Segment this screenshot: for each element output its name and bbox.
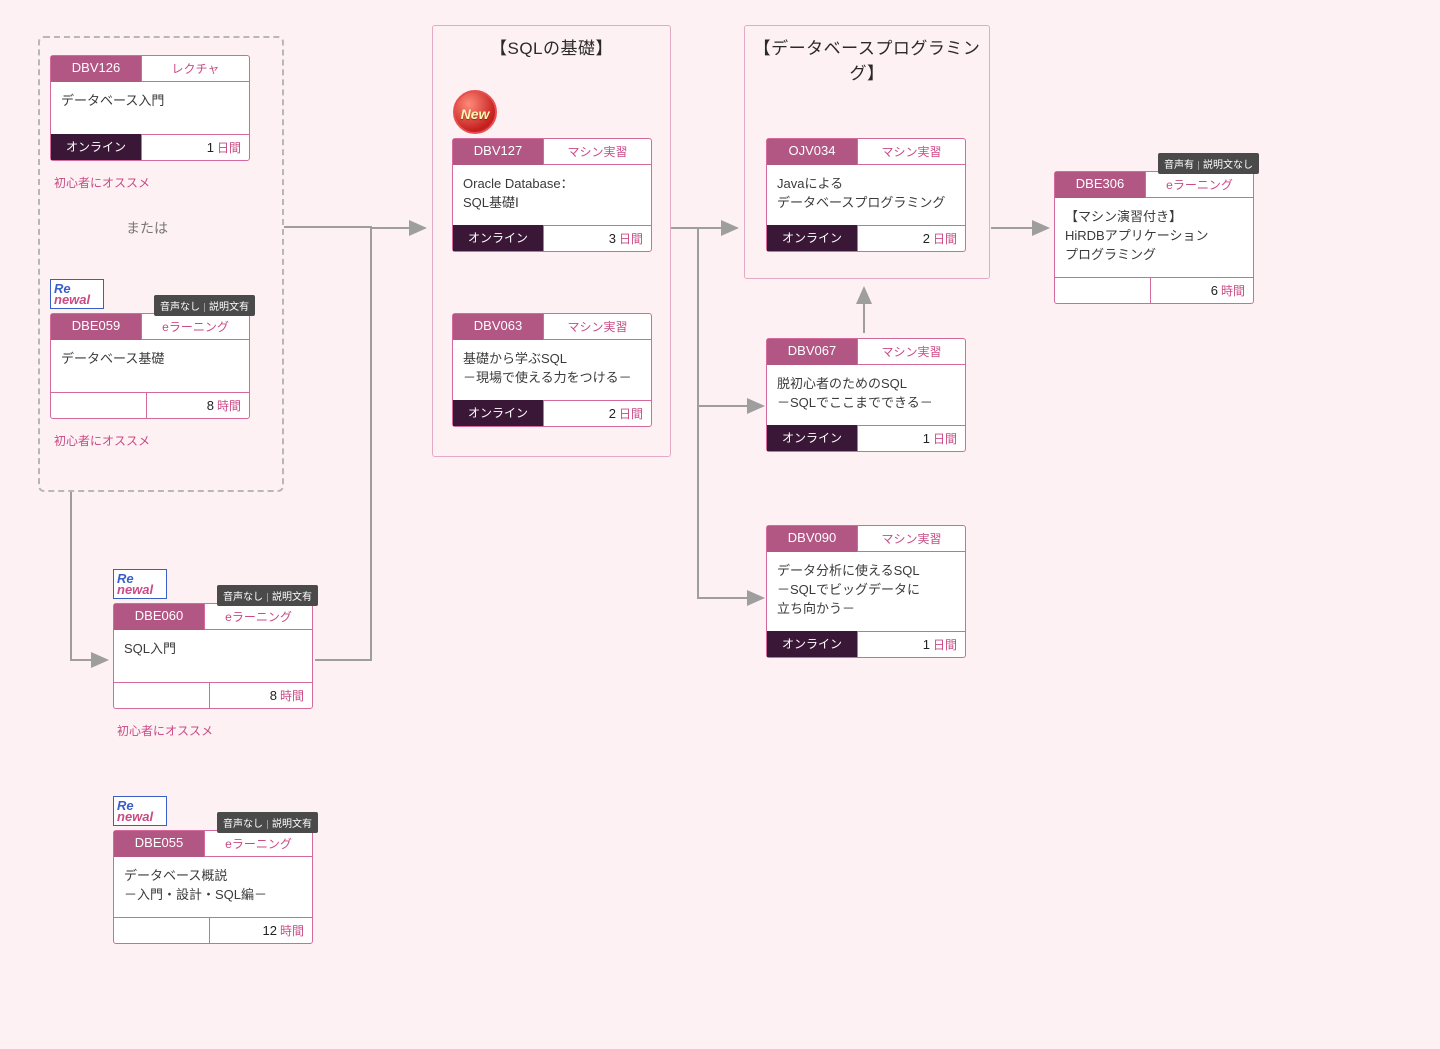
card-title: Javaによる データベースプログラミング — [767, 165, 965, 225]
card-code: DBE306 — [1055, 172, 1145, 198]
audio-badge-DBE059: 音声なし説明文有 — [154, 295, 255, 316]
card-title: 【マシン演習付き】 HiRDBアプリケーション プログラミング — [1055, 198, 1253, 277]
card-mode: eラーニング — [1145, 172, 1253, 198]
card-format: オンライン — [767, 425, 857, 451]
card-code: DBE055 — [114, 831, 204, 857]
card-duration: 8時間 — [146, 392, 250, 418]
renewal-badge-DBE055: Renewal — [113, 796, 167, 826]
card-mode: マシン実習 — [857, 139, 965, 165]
group-sql-basics-label: 【SQLの基礎】 — [433, 34, 670, 59]
card-mode: eラーニング — [204, 604, 312, 630]
card-duration: 12時間 — [209, 917, 313, 943]
card-code: DBV090 — [767, 526, 857, 552]
card-title: データベース入門 — [51, 82, 249, 134]
card-code: OJV034 — [767, 139, 857, 165]
card-code: DBE059 — [51, 314, 141, 340]
card-title: Oracle Database： SQL基礎Ⅰ — [453, 165, 651, 225]
card-code: DBE060 — [114, 604, 204, 630]
card-format — [51, 392, 146, 418]
card-format: オンライン — [767, 631, 857, 657]
card-mode: マシン実習 — [543, 314, 651, 340]
or-label: または — [126, 218, 168, 238]
card-mode: マシン実習 — [857, 526, 965, 552]
card-format — [114, 682, 209, 708]
rec-DBE059: 初心者にオススメ — [54, 432, 150, 449]
new-badge-DBV127: New — [453, 90, 497, 134]
renewal-badge-DBE060: Renewal — [113, 569, 167, 599]
card-title: データベース基礎 — [51, 340, 249, 392]
card-mode: マシン実習 — [857, 339, 965, 365]
card-mode: レクチャ — [141, 56, 249, 82]
card-format: オンライン — [767, 225, 857, 251]
card-duration: 3日間 — [543, 225, 651, 251]
renewal-badge-DBE059: Renewal — [50, 279, 104, 309]
card-format: オンライン — [453, 225, 543, 251]
audio-badge-DBE055: 音声なし説明文有 — [217, 812, 318, 833]
card-DBE055[interactable]: DBE055 eラーニング データベース概説 －入門・設計・SQL編－ 12時間 — [113, 830, 313, 944]
card-DBE306[interactable]: DBE306 eラーニング 【マシン演習付き】 HiRDBアプリケーション プロ… — [1054, 171, 1254, 304]
card-DBE060[interactable]: DBE060 eラーニング SQL入門 8時間 — [113, 603, 313, 709]
card-duration: 8時間 — [209, 682, 313, 708]
card-format: オンライン — [453, 400, 543, 426]
card-duration: 2日間 — [543, 400, 651, 426]
card-duration: 1日間 — [141, 134, 249, 160]
card-title: 脱初心者のためのSQL －SQLでここまでできる－ — [767, 365, 965, 425]
card-duration: 1日間 — [857, 631, 965, 657]
group-db-programming-label: 【データベースプログラミング】 — [745, 34, 989, 84]
card-DBV067[interactable]: DBV067 マシン実習 脱初心者のためのSQL －SQLでここまでできる－ オ… — [766, 338, 966, 452]
card-DBV126[interactable]: DBV126 レクチャ データベース入門 オンライン 1日間 — [50, 55, 250, 161]
card-mode: eラーニング — [204, 831, 312, 857]
card-OJV034[interactable]: OJV034 マシン実習 Javaによる データベースプログラミング オンライン… — [766, 138, 966, 252]
card-title: データベース概説 －入門・設計・SQL編－ — [114, 857, 312, 917]
rec-DBE060: 初心者にオススメ — [117, 722, 213, 739]
audio-badge-DBE060: 音声なし説明文有 — [217, 585, 318, 606]
audio-badge-DBE306: 音声有説明文なし — [1158, 153, 1259, 174]
card-format: オンライン — [51, 134, 141, 160]
card-title: データ分析に使えるSQL －SQLでビッグデータに 立ち向かう－ — [767, 552, 965, 631]
card-mode: eラーニング — [141, 314, 249, 340]
card-format — [1055, 277, 1150, 303]
card-duration: 1日間 — [857, 425, 965, 451]
card-title: 基礎から学ぶSQL －現場で使える力をつける－ — [453, 340, 651, 400]
card-code: DBV063 — [453, 314, 543, 340]
card-code: DBV127 — [453, 139, 543, 165]
card-title: SQL入門 — [114, 630, 312, 682]
card-mode: マシン実習 — [543, 139, 651, 165]
card-duration: 2日間 — [857, 225, 965, 251]
card-DBE059[interactable]: DBE059 eラーニング データベース基礎 8時間 — [50, 313, 250, 419]
card-duration: 6時間 — [1150, 277, 1254, 303]
card-format — [114, 917, 209, 943]
card-DBV063[interactable]: DBV063 マシン実習 基礎から学ぶSQL －現場で使える力をつける－ オンラ… — [452, 313, 652, 427]
card-code: DBV126 — [51, 56, 141, 82]
rec-DBV126: 初心者にオススメ — [54, 174, 150, 191]
card-DBV090[interactable]: DBV090 マシン実習 データ分析に使えるSQL －SQLでビッグデータに 立… — [766, 525, 966, 658]
card-code: DBV067 — [767, 339, 857, 365]
card-DBV127[interactable]: DBV127 マシン実習 Oracle Database： SQL基礎Ⅰ オンラ… — [452, 138, 652, 252]
